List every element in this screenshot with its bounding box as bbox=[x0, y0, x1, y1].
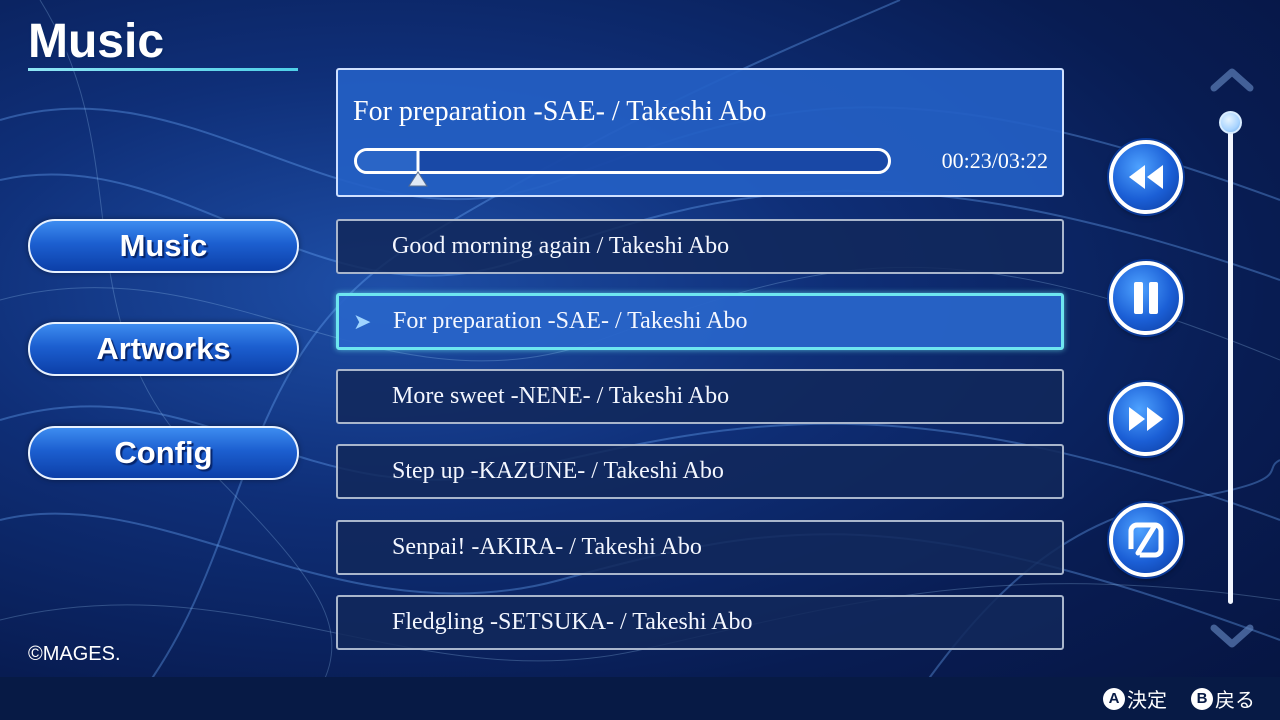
track-item[interactable]: Step up -KAZUNE- / Takeshi Abo bbox=[336, 444, 1064, 499]
track-label: Step up -KAZUNE- / Takeshi Abo bbox=[392, 458, 724, 484]
playback-time: 00:23/03:22 bbox=[942, 148, 1048, 174]
track-item[interactable]: More sweet -NENE- / Takeshi Abo bbox=[336, 369, 1064, 424]
track-label: More sweet -NENE- / Takeshi Abo bbox=[392, 383, 730, 409]
track-label: Good morning again / Takeshi Abo bbox=[392, 233, 730, 259]
fast-forward-icon bbox=[1129, 407, 1163, 431]
back-hint-label: 戻る bbox=[1215, 688, 1255, 712]
nav-music-button[interactable]: Music bbox=[28, 219, 299, 273]
scroll-down-chevron-icon[interactable] bbox=[1209, 624, 1255, 650]
scrollbar-track[interactable] bbox=[1228, 128, 1233, 604]
loop-toggle-button[interactable] bbox=[1109, 503, 1183, 577]
scroll-up-chevron-icon[interactable] bbox=[1209, 66, 1255, 92]
now-playing-panel: For preparation -SAE- / Takeshi Abo 00:2… bbox=[336, 68, 1064, 197]
progress-bar[interactable] bbox=[354, 148, 891, 174]
track-item[interactable]: Senpai! -AKIRA- / Takeshi Abo bbox=[336, 520, 1064, 575]
now-playing-title: For preparation -SAE- / Takeshi Abo bbox=[353, 96, 767, 127]
nav-artworks-button[interactable]: Artworks bbox=[28, 322, 299, 376]
pause-icon bbox=[1134, 282, 1158, 314]
back-hint: B 戻る bbox=[1191, 684, 1255, 713]
pause-button[interactable] bbox=[1109, 261, 1183, 335]
track-label: Senpai! -AKIRA- / Takeshi Abo bbox=[392, 534, 702, 560]
nav-config-button[interactable]: Config bbox=[28, 426, 299, 480]
scrollbar-thumb[interactable] bbox=[1219, 111, 1242, 134]
track-item[interactable]: Good morning again / Takeshi Abo bbox=[336, 219, 1064, 274]
selection-arrow-icon: ➤ bbox=[353, 308, 372, 334]
page-title: Music bbox=[28, 15, 165, 68]
elapsed-time: 00:23 bbox=[941, 148, 992, 173]
total-duration: 03:22 bbox=[997, 148, 1048, 173]
rewind-button[interactable] bbox=[1109, 140, 1183, 214]
track-item[interactable]: Fledgling -SETSUKA- / Takeshi Abo bbox=[336, 595, 1064, 650]
track-label: Fledgling -SETSUKA- / Takeshi Abo bbox=[392, 609, 753, 635]
bottom-hint-bar bbox=[0, 677, 1280, 720]
b-button-icon: B bbox=[1191, 687, 1213, 710]
seek-handle[interactable] bbox=[407, 150, 428, 188]
confirm-hint-label: 決定 bbox=[1127, 688, 1167, 712]
track-item-selected[interactable]: ➤ For preparation -SAE- / Takeshi Abo bbox=[336, 293, 1064, 350]
confirm-hint: A 決定 bbox=[1103, 684, 1167, 713]
a-button-icon: A bbox=[1103, 687, 1125, 710]
loop-toggle-icon bbox=[1128, 522, 1164, 558]
copyright-text: ©MAGES. bbox=[28, 643, 121, 665]
title-underline bbox=[28, 68, 298, 71]
rewind-icon bbox=[1129, 165, 1163, 189]
fast-forward-button[interactable] bbox=[1109, 382, 1183, 456]
track-label: For preparation -SAE- / Takeshi Abo bbox=[393, 308, 748, 334]
